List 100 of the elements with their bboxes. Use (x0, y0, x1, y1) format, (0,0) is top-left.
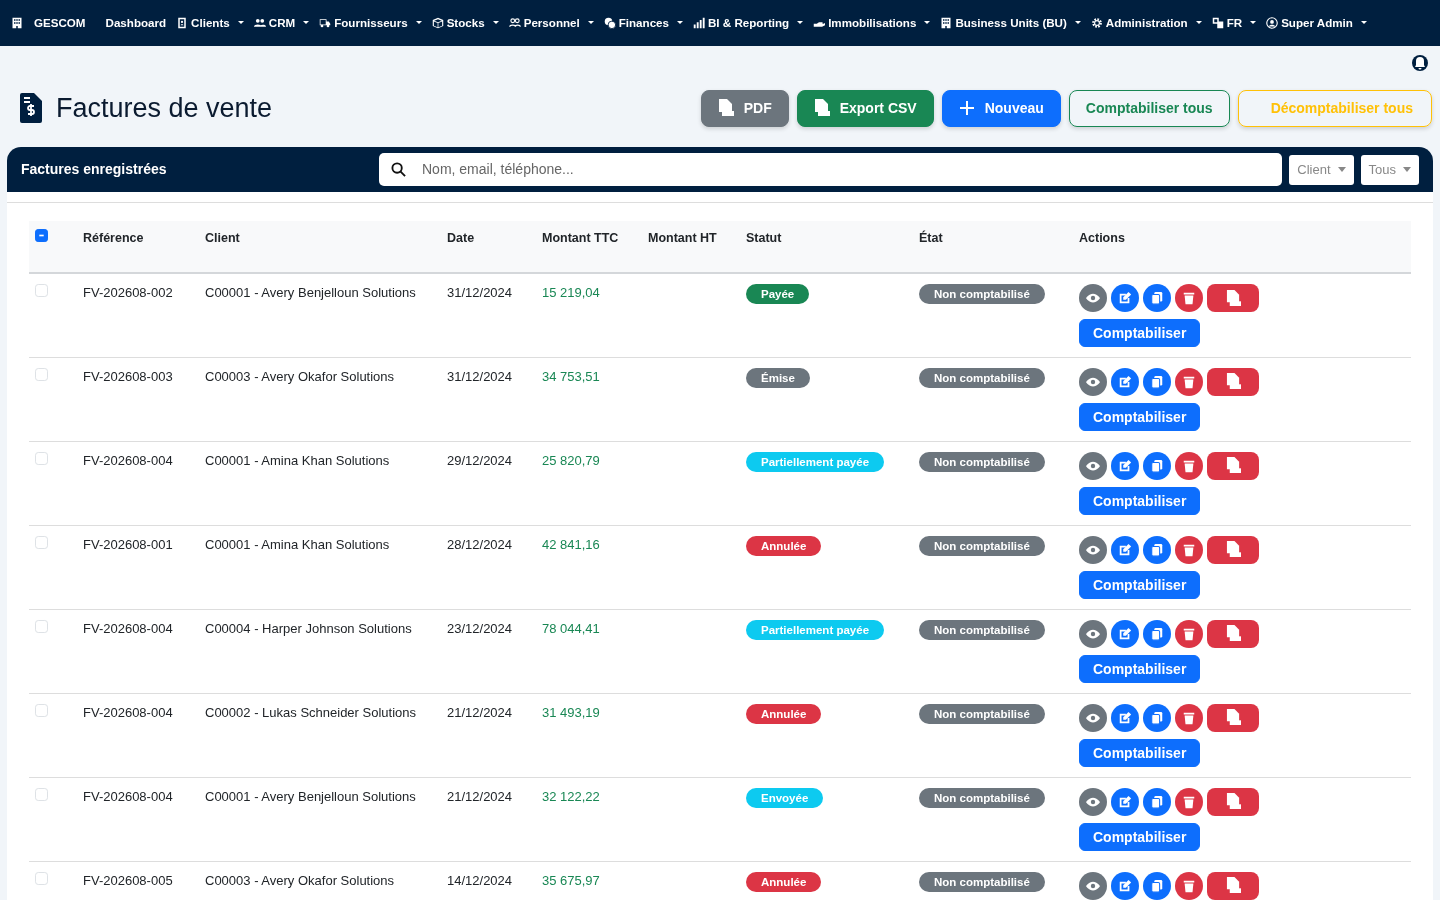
delete-button[interactable] (1175, 451, 1203, 480)
edit-button[interactable] (1111, 367, 1139, 396)
row-checkbox[interactable] (35, 787, 48, 801)
brand-link[interactable]: GESCOM (6, 14, 91, 32)
duplicate-button[interactable] (1143, 535, 1171, 564)
png-button[interactable] (1207, 284, 1259, 312)
nav-link[interactable]: Fournisseurs (314, 14, 427, 32)
post-button[interactable]: Comptabiliser (1079, 319, 1201, 347)
status-badge: Annulée (746, 871, 822, 892)
view-button[interactable] (1079, 535, 1107, 564)
edit-button[interactable] (1111, 787, 1139, 816)
nav-link[interactable]: Immobilisations (808, 14, 936, 32)
export-csv-button[interactable]: Export CSV (796, 89, 934, 127)
view-button[interactable] (1079, 787, 1107, 816)
edit-button[interactable] (1111, 451, 1139, 480)
edit-button[interactable] (1111, 535, 1139, 564)
post-button[interactable]: Comptabiliser (1079, 654, 1201, 683)
duplicate-button[interactable] (1143, 871, 1171, 900)
delete-button[interactable] (1175, 703, 1203, 732)
nav-link[interactable]: Finances (598, 14, 688, 32)
new-button[interactable]: Nouveau (941, 89, 1061, 127)
select-all-checkbox[interactable] (35, 229, 48, 242)
delete-button[interactable] (1175, 367, 1203, 396)
delete-button[interactable] (1175, 535, 1203, 564)
view-button[interactable] (1079, 367, 1107, 396)
nav-link[interactable]: Super Admin (1261, 14, 1372, 32)
row-checkbox[interactable] (35, 535, 48, 549)
duplicate-button[interactable] (1143, 619, 1171, 648)
post-button[interactable]: Comptabiliser (1079, 822, 1201, 851)
trash-icon (1182, 458, 1196, 473)
delete-button[interactable] (1175, 871, 1203, 900)
duplicate-button[interactable] (1143, 284, 1171, 312)
state-badge: Non comptabilisé (919, 451, 1045, 472)
view-button[interactable] (1079, 703, 1107, 732)
pdf-button[interactable]: PDF (700, 89, 789, 127)
file-icon (1225, 709, 1241, 726)
nav-link[interactable]: FR (1206, 14, 1262, 32)
edit-button[interactable] (1111, 284, 1139, 312)
row-checkbox[interactable] (35, 871, 48, 885)
state-badge: Non comptabilisé (919, 703, 1045, 724)
row-checkbox[interactable] (35, 367, 48, 381)
png-button[interactable] (1207, 367, 1259, 396)
bell-icon[interactable] (1412, 52, 1428, 74)
trash-icon (1182, 878, 1196, 893)
reference-cell: FV-202608-004 (83, 788, 173, 804)
delete-button[interactable] (1175, 619, 1203, 648)
view-button[interactable] (1079, 619, 1107, 648)
delete-button[interactable] (1175, 787, 1203, 816)
duplicate-button[interactable] (1143, 451, 1171, 480)
nav-link[interactable]: Clients (171, 14, 249, 32)
png-button[interactable] (1207, 703, 1259, 732)
client-cell: C00004 - Harper Johnson Solutions (205, 620, 412, 636)
duplicate-button[interactable] (1143, 703, 1171, 732)
state-badge: Non comptabilisé (919, 871, 1045, 892)
duplicate-button[interactable] (1143, 367, 1171, 396)
post-button[interactable]: Comptabiliser (1079, 570, 1201, 599)
delete-button[interactable] (1175, 284, 1203, 312)
post-button[interactable]: Comptabiliser (1079, 402, 1201, 431)
client-cell: C00003 - Avery Okafor Solutions (205, 872, 395, 888)
filter-select[interactable]: Tous (1360, 154, 1419, 185)
reference-cell: FV-202608-004 (83, 704, 173, 720)
client-cell: C00001 - Avery Benjelloun Solutions (205, 285, 416, 300)
view-button[interactable] (1079, 871, 1107, 900)
png-button[interactable] (1207, 451, 1259, 480)
edit-icon (1118, 374, 1132, 389)
post-button[interactable]: Comptabiliser (1079, 738, 1201, 767)
date-cell: 31/12/2024 (447, 368, 513, 384)
nav-link[interactable]: Dashboard (100, 14, 172, 32)
state-badge: Non comptabilisé (919, 284, 1045, 304)
amount-cell: 25 820,79 (542, 452, 600, 468)
png-button[interactable] (1207, 871, 1259, 900)
png-button[interactable] (1207, 535, 1259, 564)
view-button[interactable] (1079, 284, 1107, 312)
row-checkbox[interactable] (35, 284, 48, 297)
edit-button[interactable] (1111, 619, 1139, 648)
search-field[interactable]: Nom, email, téléphone... (379, 153, 1283, 186)
nav-link[interactable]: BI & Reporting (688, 14, 809, 32)
png-button[interactable] (1207, 787, 1259, 816)
edit-button[interactable] (1111, 871, 1139, 900)
state-badge: Non comptabilisé (919, 619, 1045, 640)
copy-icon (1150, 794, 1164, 809)
column-header: Référence (83, 231, 144, 245)
file-icon (1225, 289, 1241, 307)
post-all-button[interactable]: Comptabiliser tous (1068, 89, 1230, 127)
duplicate-button[interactable] (1143, 787, 1171, 816)
column-header: Statut (746, 231, 782, 245)
nav-link[interactable]: Personnel (503, 14, 599, 32)
nav-link[interactable]: Administration (1085, 14, 1207, 32)
post-button[interactable]: Comptabiliser (1079, 486, 1201, 515)
row-checkbox[interactable] (35, 619, 48, 633)
view-button[interactable] (1079, 451, 1107, 480)
nav-link[interactable]: Business Units (BU) (935, 14, 1086, 32)
edit-button[interactable] (1111, 703, 1139, 732)
filter-select[interactable]: Client (1289, 154, 1354, 185)
row-checkbox[interactable] (35, 451, 48, 465)
nav-link[interactable]: CRM (248, 14, 315, 32)
date-cell: 28/12/2024 (447, 536, 513, 552)
nav-link[interactable]: Stocks (426, 14, 504, 32)
png-button[interactable] (1207, 619, 1259, 648)
row-checkbox[interactable] (35, 703, 48, 717)
